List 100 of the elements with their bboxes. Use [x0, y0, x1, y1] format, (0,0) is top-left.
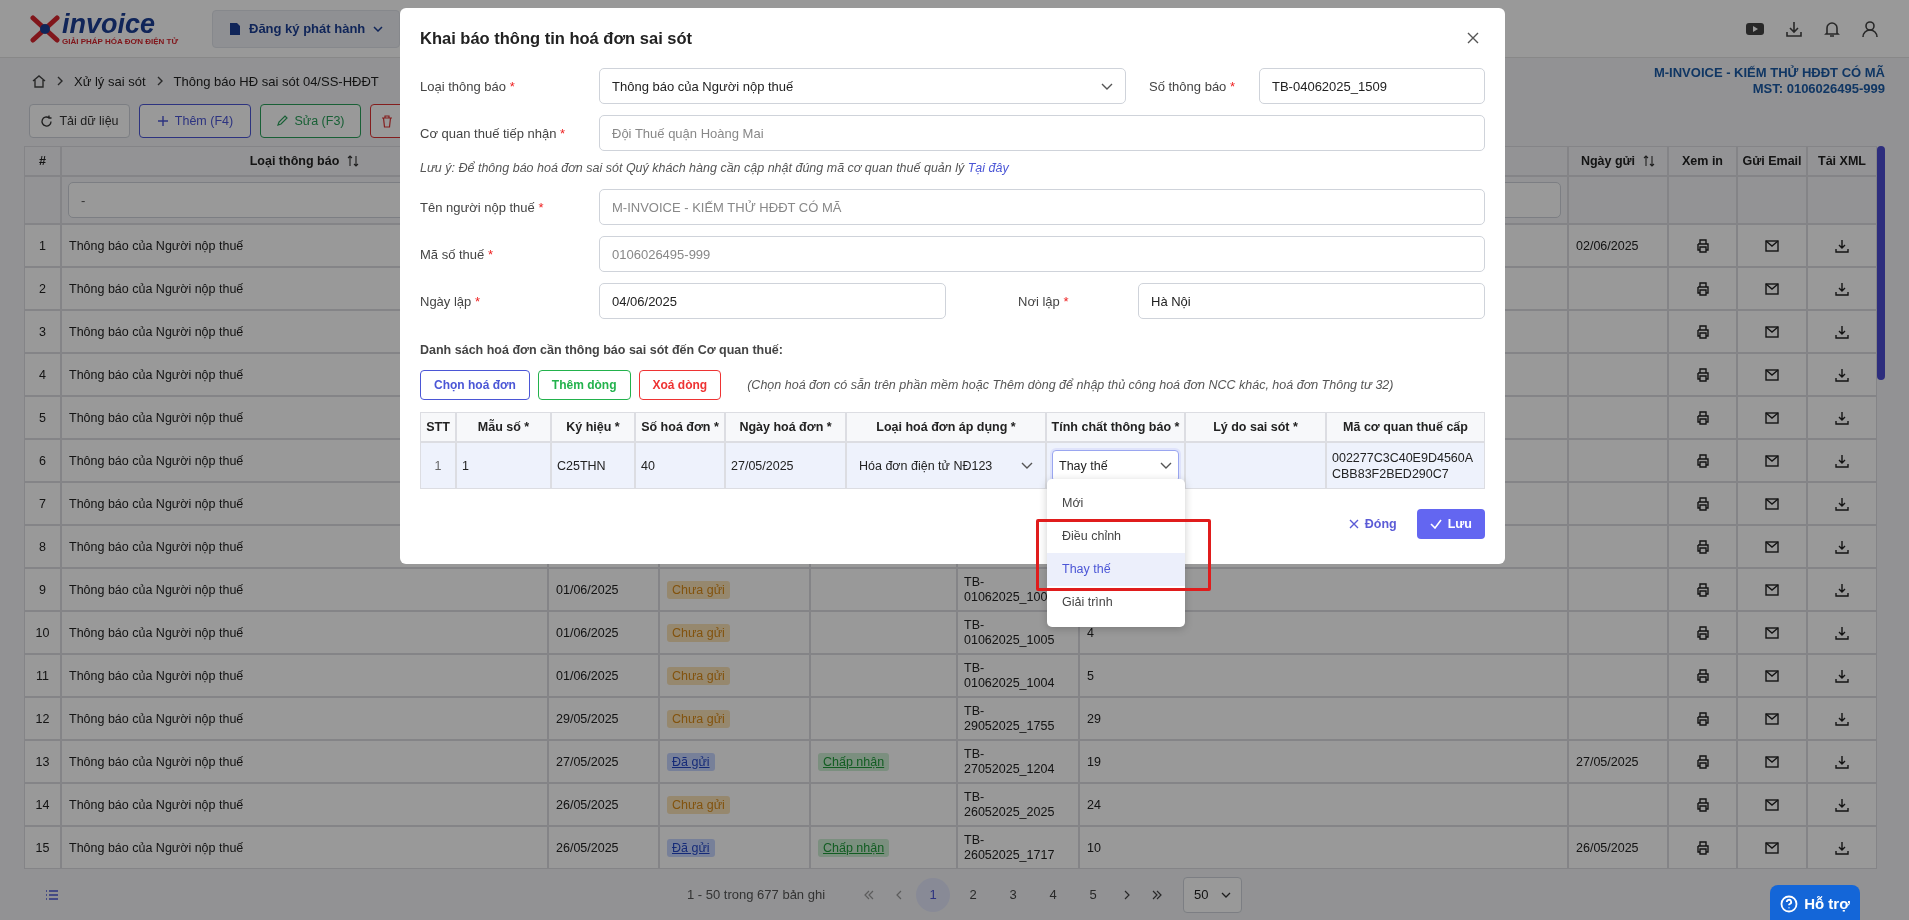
close-button[interactable]: Đóng	[1342, 509, 1403, 539]
table-cell: 29/05/2025	[548, 697, 659, 740]
column-header: Xem in	[1668, 146, 1737, 176]
breadcrumb-link[interactable]: Thông báo HĐ sai sót 04/SS-HĐĐT	[173, 73, 379, 89]
row-number: 8	[24, 525, 61, 568]
field-label: Nơi lập *	[1018, 293, 1070, 309]
select-field[interactable]: Hóa đơn điện tử NĐ123	[852, 449, 1040, 482]
column-header: Lý do sai sót *	[1185, 412, 1326, 442]
table-cell: 26/05/2025	[548, 783, 659, 826]
table-cell: 27/05/2025	[725, 442, 846, 489]
add-button[interactable]: Thêm (F4)	[139, 104, 251, 138]
table-cell: 02/06/2025	[1568, 224, 1668, 267]
record-count: 1 - 50 trong 677 bản ghi	[687, 887, 826, 902]
status-badge[interactable]: Đã gửi	[667, 752, 715, 771]
page-button[interactable]: 1	[916, 877, 951, 912]
table-cell: TB-29052025_1755	[957, 697, 1079, 740]
column-header: Mẫu số *	[456, 412, 551, 442]
field-label: Cơ quan thuế tiếp nhận *	[420, 125, 567, 141]
nav-menu[interactable]: Đăng ký phát hành	[212, 9, 401, 48]
hint-text: (Chọn hoá đơn có sẵn trên phần mềm hoặc Thêm dòng để nhập thủ công hoá đơn NCC khác, hoá đơn Thông tư 32)	[747, 378, 1394, 392]
field-label: Loại thông báo *	[420, 78, 516, 94]
row-number: 10	[24, 611, 61, 654]
status-badge[interactable]: Đã gửi	[667, 838, 715, 857]
row-number: 6	[24, 439, 61, 482]
delete-row-button[interactable]: Xoá dòng	[638, 370, 722, 400]
table-cell: C25THN	[551, 442, 635, 489]
table-cell: 01/06/2025	[548, 611, 659, 654]
table-cell: 19	[1079, 740, 1568, 783]
field-label: Ngày lập *	[420, 293, 481, 309]
logo-text: invoice	[62, 11, 156, 37]
company-tax-code: MST: 0106026495-999	[1752, 81, 1885, 97]
table-cell: Thông báo của Người nộp thuế	[61, 697, 548, 740]
field-label: Số thông báo *	[1149, 78, 1237, 94]
table-cell: 27/05/2025	[548, 740, 659, 783]
table-cell: 27/05/2025	[1568, 740, 1668, 783]
table-cell: Thông báo của Người nộp thuế	[61, 826, 548, 869]
column-header: Tải XML	[1807, 146, 1877, 176]
reload-button[interactable]: Tải dữ liệu	[29, 104, 130, 138]
row-number: 12	[24, 697, 61, 740]
row-number: 4	[24, 353, 61, 396]
table-cell: Thông báo của Người nộp thuế	[61, 740, 548, 783]
table-cell: TB-26052025_2025	[957, 783, 1079, 826]
row-number: 13	[24, 740, 61, 783]
table-cell: 01/06/2025	[548, 568, 659, 611]
page-button[interactable]: 3	[996, 877, 1031, 912]
column-header: Số hoá đơn *	[635, 412, 725, 442]
table-cell: 26/05/2025	[548, 826, 659, 869]
dropdown-option[interactable]: Thay thế	[1047, 553, 1185, 586]
column-header[interactable]: Ngày gửi	[1568, 146, 1668, 176]
table-cell: 29	[1079, 697, 1568, 740]
page-size-select[interactable]: 50	[1183, 876, 1242, 913]
help-button[interactable]: Hỗ trợ	[1770, 885, 1860, 920]
status-badge: Chưa gửi	[667, 623, 730, 642]
save-button[interactable]: Lưu	[1416, 509, 1485, 539]
table-cell: TB-26052025_1717	[957, 826, 1079, 869]
select-field[interactable]: Thông báo của Người nộp thuế	[599, 68, 1126, 104]
table-cell: Thông báo của Người nộp thuế	[61, 568, 548, 611]
column-header: Mã cơ quan thuế cấp	[1326, 412, 1485, 442]
column-header: Gửi Email	[1737, 146, 1807, 176]
dropdown-option[interactable]: Mới	[1047, 487, 1185, 520]
row-number: 1	[24, 224, 61, 267]
table-cell: 1	[456, 442, 551, 489]
table-cell: TB-27052025_1204	[957, 740, 1079, 783]
row-number: 1	[420, 442, 456, 489]
link[interactable]: Tại đây	[967, 161, 1009, 175]
row-number: 2	[24, 267, 61, 310]
row-number: 15	[24, 826, 61, 869]
table-cell: 10	[1079, 826, 1568, 869]
dialog-title: Khai báo thông tin hoá đơn sai sót	[420, 28, 693, 48]
input-field[interactable]: Hà Nội	[1138, 283, 1485, 319]
table-cell: 24	[1079, 783, 1568, 826]
table-cell: 01/06/2025	[548, 654, 659, 697]
page-button[interactable]: 5	[1076, 877, 1111, 912]
table-cell: TB-01062025_1004	[957, 654, 1079, 697]
column-header: #	[24, 146, 61, 176]
input-field[interactable]: 04/06/2025	[599, 283, 946, 319]
page-button[interactable]: 4	[1036, 877, 1071, 912]
status-badge: Chưa gửi	[667, 795, 730, 814]
column-header: Loại hoá đơn áp dụng *	[846, 412, 1046, 442]
table-cell: 26/05/2025	[1568, 826, 1668, 869]
column-header: Tính chất thông báo *	[1046, 412, 1185, 442]
table-cell: 002277C3C40E9D4560ACBB83F2BED290C7	[1326, 442, 1485, 489]
row-number: 14	[24, 783, 61, 826]
table-cell: 40	[635, 442, 725, 489]
breadcrumb-link[interactable]: Xử lý sai sót	[74, 73, 146, 89]
add-row-button[interactable]: Thêm dòng	[537, 370, 631, 400]
status-badge: Chưa gửi	[667, 580, 730, 599]
page-button[interactable]: 2	[956, 877, 991, 912]
edit-button[interactable]: Sửa (F3)	[260, 104, 361, 138]
row-number: 7	[24, 482, 61, 525]
row-number: 5	[24, 396, 61, 439]
choose-invoice-button[interactable]: Chọn hoá đơn	[420, 370, 530, 400]
input-field[interactable]: TB-04062025_1509	[1259, 68, 1485, 104]
field-label: Mã số thuế *	[420, 246, 494, 262]
column-header: Ngày hoá đơn *	[725, 412, 846, 442]
select-field[interactable]: Thay thế	[1052, 449, 1179, 482]
table-cell: Thông báo của Người nộp thuế	[61, 611, 548, 654]
table-cell: 5	[1079, 654, 1568, 697]
row-number: 11	[24, 654, 61, 697]
row-number: 9	[24, 568, 61, 611]
